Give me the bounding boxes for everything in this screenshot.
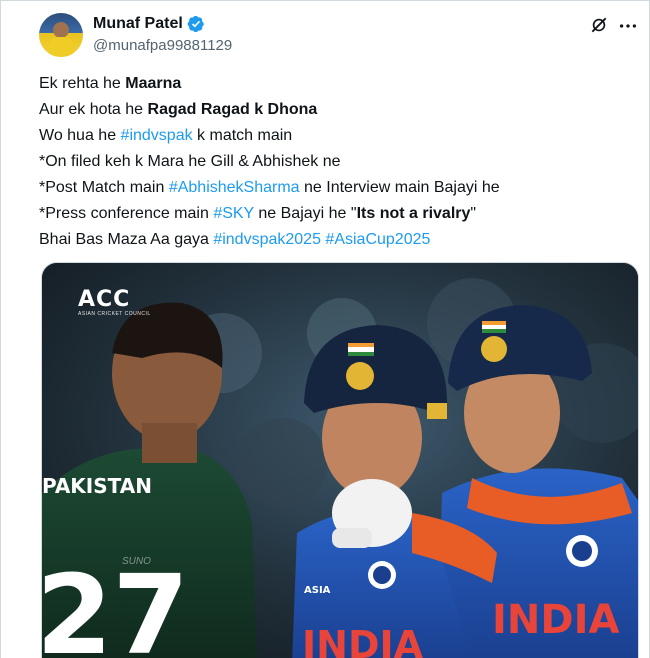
tweet-text-line: Bhai Bas Maza Aa gaya #indvspak2025 #Asi…	[39, 227, 639, 253]
tweet-media-image[interactable]: PAKISTAN 27 INDIA ASIA INDIA ACC ASIAN C…	[41, 262, 639, 658]
avatar-head	[53, 22, 69, 38]
text-fragment: ne Interview main Bajayi he	[299, 179, 500, 196]
text-fragment: "	[470, 205, 477, 222]
text-fragment: Aur ek hota he	[39, 101, 148, 118]
tweet-text-line: Aur ek hota he Ragad Ragad k Dhona	[39, 97, 639, 123]
verified-badge-icon	[187, 15, 204, 33]
avatar[interactable]	[39, 13, 83, 57]
acc-logo-subtitle: ASIAN CRICKET COUNCIL	[78, 311, 151, 317]
user-handle[interactable]: @munafpa99881129	[93, 37, 232, 54]
avatar-body	[48, 37, 74, 57]
display-name[interactable]: Munaf Patel	[93, 15, 183, 33]
text-fragment: *Press conference main	[39, 205, 214, 222]
tweet-text-line: Ek rehta he Maarna	[39, 71, 639, 97]
jersey-right-text: INDIA	[492, 597, 619, 643]
tweet-text-line: Wo hua he #indvspak k match main	[39, 123, 639, 149]
jersey-mid-sponsor: ASIA	[304, 585, 331, 596]
bold-text: Maarna	[125, 75, 182, 92]
grok-icon[interactable]	[589, 15, 609, 35]
name-row: Munaf Patel	[93, 15, 205, 33]
jersey-left-text: PAKISTAN	[42, 474, 152, 498]
tweet-text: Ek rehta he Maarna Aur ek hota he Ragad R…	[39, 71, 639, 253]
hashtag-link[interactable]: #indvspak2025	[213, 231, 321, 248]
text-fragment: ne Bajayi he "	[253, 205, 357, 222]
watermark: SUNO	[122, 556, 151, 567]
text-fragment: Bhai Bas Maza Aa gaya	[39, 231, 214, 248]
text-fragment: *On filed keh k Mara he Gill & Abhishek …	[39, 153, 341, 170]
text-fragment: *Post Match main	[39, 179, 169, 196]
tweet-text-line: *On filed keh k Mara he Gill & Abhishek …	[39, 149, 639, 175]
hashtag-link[interactable]: #SKY	[213, 205, 254, 222]
text-fragment: Wo hua he	[39, 127, 121, 144]
tweet-text-line: *Press conference main #SKY ne Bajayi he…	[39, 201, 639, 227]
tweet-header: Munaf Patel @munafpa99881129	[39, 13, 639, 61]
hashtag-link[interactable]: #indvspak	[121, 127, 193, 144]
hashtag-link[interactable]: #AsiaCup2025	[325, 231, 430, 248]
hashtag-link[interactable]: #AbhishekSharma	[169, 179, 300, 196]
text-fragment: Ek rehta he	[39, 75, 126, 92]
jersey-left-number: 27	[42, 551, 189, 658]
tweet-card: Munaf Patel @munafpa99881129 Ek rehta he…	[0, 0, 650, 658]
text-fragment: k match main	[192, 127, 293, 144]
jersey-mid-text: INDIA	[302, 623, 424, 658]
tweet-text-line: *Post Match main #AbhishekSharma ne Inte…	[39, 175, 639, 201]
more-horizontal-icon[interactable]	[617, 15, 639, 37]
acc-logo: ACC	[78, 287, 131, 312]
bold-text: Its not a rivalry	[356, 205, 471, 222]
bold-text: Ragad Ragad k Dhona	[147, 101, 318, 118]
photo-scene: PAKISTAN 27 INDIA ASIA INDIA	[42, 263, 638, 658]
